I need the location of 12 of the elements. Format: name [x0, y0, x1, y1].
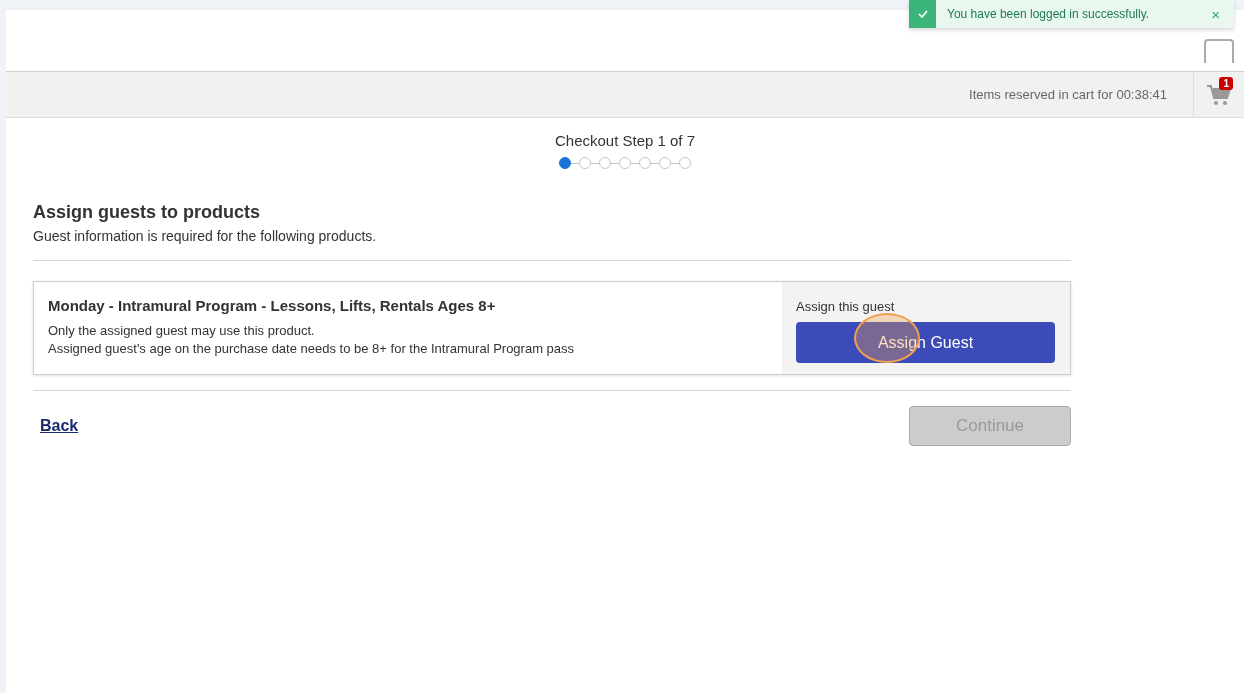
- cart-count-badge: 1: [1219, 77, 1233, 90]
- back-link[interactable]: Back: [40, 417, 79, 435]
- product-note: Only the assigned guest may use this product.: [48, 322, 316, 340]
- section-title: Assign guests to products: [33, 202, 262, 223]
- cart-timer-text: Items reserved in cart for 00:38:41: [969, 87, 1168, 102]
- section-subtitle: Guest information is required for the following products.: [33, 228, 378, 244]
- checkout-step-title: Checkout Step 1 of 7: [554, 132, 696, 149]
- check-icon: [917, 10, 928, 18]
- product-name: Monday - Intramural Program - Lessons, Lifts, Rentals Ages 8+: [48, 297, 497, 314]
- product-note: Assigned guest's age on the purchase date needs to be 8+ for the Intramural Program pass: [48, 340, 576, 358]
- toast-message: You have been logged in successfully.: [946, 7, 1151, 21]
- assign-label: Assign this guest: [796, 299, 896, 314]
